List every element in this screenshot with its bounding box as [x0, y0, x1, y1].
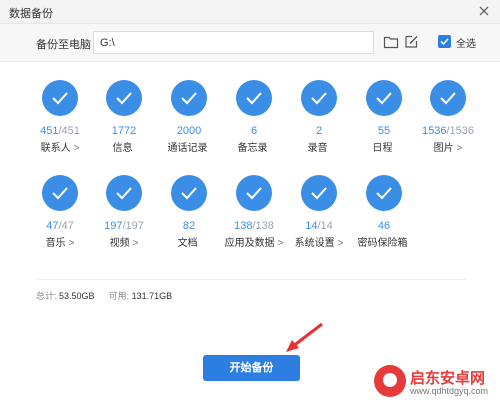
category-count: 1772: [111, 125, 137, 137]
chevron-right-icon: >: [68, 238, 75, 249]
watermark: 启东安卓网 www.qdhtdgyq.com: [372, 363, 500, 403]
watermark-brand: 启东安卓网: [410, 370, 486, 387]
category-name: 录音: [307, 143, 328, 154]
category-name: 图片 >: [433, 143, 463, 154]
backup-path-bar: 备份至电脑 全选: [0, 24, 500, 62]
chevron-right-icon: >: [277, 238, 284, 249]
backup-path-input[interactable]: [93, 31, 374, 54]
category-count: 2000: [176, 125, 202, 137]
category-count: 451/451: [40, 125, 80, 137]
category-name: 密码保险箱: [357, 238, 408, 249]
title-bar: 数据备份: [0, 0, 500, 24]
edit-icon[interactable]: [404, 34, 419, 49]
category-count: 138/138: [234, 220, 274, 232]
category-count: 46: [377, 220, 391, 232]
category-name: 视频 >: [109, 238, 139, 249]
chevron-right-icon: >: [132, 238, 139, 249]
category-name: 应用及数据 >: [224, 238, 284, 249]
start-backup-button[interactable]: 开始备份: [203, 355, 300, 381]
checkbox-checked-icon: [438, 35, 451, 48]
category-count: 14/14: [305, 220, 333, 232]
divider: [36, 279, 466, 280]
category-count: 2: [315, 125, 323, 137]
category-count: 6: [250, 125, 258, 137]
check-icon[interactable]: [106, 175, 142, 211]
check-icon[interactable]: [42, 175, 78, 211]
check-icon[interactable]: [171, 175, 207, 211]
check-icon[interactable]: [106, 80, 142, 116]
storage-summary: 总计: 53.50GB 可用: 131.71GB: [36, 289, 172, 302]
category-name: 音乐 >: [45, 238, 75, 249]
total-label: 总计:: [36, 291, 57, 301]
category-name: 备忘录: [237, 143, 268, 154]
backup-destination-label: 备份至电脑: [36, 39, 91, 51]
folder-icon[interactable]: [383, 35, 399, 49]
check-icon[interactable]: [366, 175, 402, 211]
check-icon[interactable]: [171, 80, 207, 116]
watermark-url: www.qdhtdgyq.com: [410, 386, 489, 396]
category-name: 通话记录: [167, 143, 208, 154]
available-label: 可用:: [108, 291, 130, 301]
category-count: 1536/1536: [421, 125, 474, 137]
check-icon[interactable]: [301, 175, 337, 211]
category-count: 55: [377, 125, 391, 137]
chevron-right-icon: >: [456, 143, 463, 154]
category-name: 系统设置 >: [294, 238, 344, 249]
check-icon[interactable]: [301, 80, 337, 116]
category-count: 47/47: [46, 220, 74, 232]
pointer-arrow-icon: [286, 322, 323, 352]
check-icon[interactable]: [236, 80, 272, 116]
category-name: 联系人 >: [40, 143, 80, 154]
check-icon[interactable]: [430, 80, 466, 116]
category-count: 197/197: [104, 220, 144, 232]
category-name: 文档: [177, 238, 198, 249]
check-icon[interactable]: [42, 80, 78, 116]
watermark-logo-icon: [374, 365, 406, 397]
select-all-label: 全选: [456, 39, 476, 50]
available-value: 131.71GB: [131, 291, 173, 301]
total-value: 53.50GB: [59, 291, 95, 301]
category-name: 日程: [372, 143, 393, 154]
window-title: 数据备份: [9, 8, 53, 20]
close-icon[interactable]: [477, 4, 491, 18]
category-count: 82: [182, 220, 196, 232]
chevron-right-icon: >: [337, 238, 344, 249]
check-icon[interactable]: [236, 175, 272, 211]
check-icon[interactable]: [366, 80, 402, 116]
category-name: 信息: [112, 143, 133, 154]
chevron-right-icon: >: [73, 143, 80, 154]
